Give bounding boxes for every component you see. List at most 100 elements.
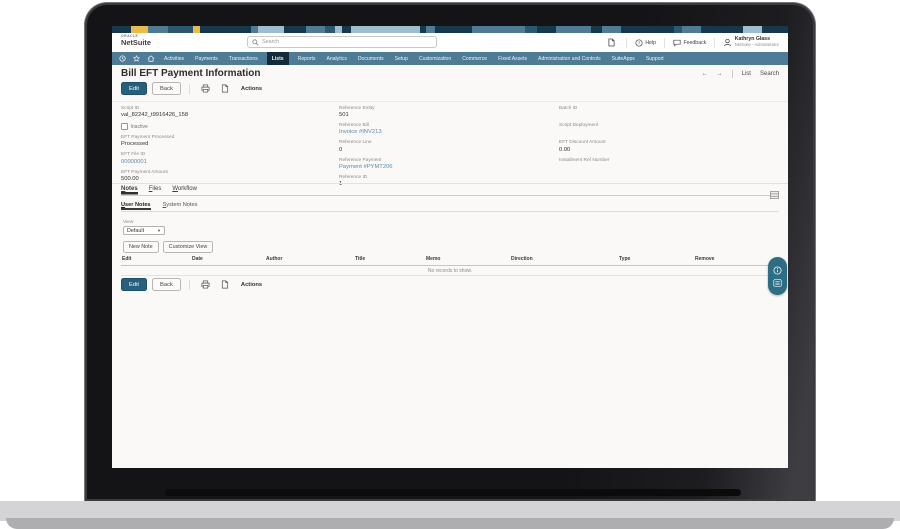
laptop-bezel: ORACLE NetSuite Search ? Help Feedback K… xyxy=(85,3,815,501)
mosaic-tile xyxy=(210,26,237,33)
back-button[interactable]: Back xyxy=(152,82,181,95)
nav-item-support[interactable]: Support xyxy=(644,52,666,65)
nav-item-administration-and-controls[interactable]: Administration and Controls xyxy=(536,52,603,65)
mosaic-tile xyxy=(435,26,449,33)
list-link[interactable]: List xyxy=(742,71,751,77)
mosaic-tile xyxy=(284,26,306,33)
nav-item-activities[interactable]: Activities xyxy=(162,52,186,65)
column-header-type: Type xyxy=(619,256,631,262)
column-header-date: Date xyxy=(192,256,203,262)
divider xyxy=(731,70,733,78)
netsuite-logo[interactable]: ORACLE NetSuite xyxy=(121,34,151,48)
laptop-base-bottom xyxy=(6,518,894,529)
help-button[interactable]: ? Help xyxy=(635,38,656,47)
previous-record-button[interactable]: ← xyxy=(702,71,708,77)
field-label: Script ID xyxy=(121,106,140,111)
new-note-button[interactable]: New Note xyxy=(123,241,159,253)
nav-item-payments[interactable]: Payments xyxy=(193,52,220,65)
subtab-user-notes[interactable]: User Notes xyxy=(121,202,151,208)
page-title: Bill EFT Payment Information xyxy=(121,68,261,79)
divider xyxy=(714,37,716,48)
assistant-widget[interactable] xyxy=(768,257,787,295)
field-value: 0 xyxy=(339,146,343,153)
record-tabs: Notes Files Workflow xyxy=(121,186,779,196)
list-menu-icon xyxy=(773,278,782,287)
column-header-memo: Memo xyxy=(426,256,441,262)
mosaic-tile xyxy=(497,26,507,33)
feedback-button[interactable]: Feedback xyxy=(673,39,706,47)
tab-workflow[interactable]: Workflow xyxy=(172,186,197,192)
mosaic-tile xyxy=(168,26,193,33)
tab-notes[interactable]: Notes xyxy=(121,186,138,192)
quick-add-document-icon[interactable] xyxy=(605,38,618,47)
home-icon[interactable] xyxy=(147,55,155,62)
nav-item-reports[interactable]: Reports xyxy=(296,52,318,65)
field-reference-line: Reference Line 0 xyxy=(339,140,549,153)
field-value-link[interactable]: 00000001 xyxy=(121,159,331,166)
back-button[interactable]: Back xyxy=(152,278,181,291)
field-value: val_82242_t9916426_158 xyxy=(121,112,189,119)
nav-item-setup[interactable]: Setup xyxy=(393,52,410,65)
print-icon[interactable] xyxy=(198,280,213,289)
help-label: Help xyxy=(645,39,656,46)
laptop-mockup: ORACLE NetSuite Search ? Help Feedback K… xyxy=(0,0,900,529)
actions-menu[interactable]: Actions xyxy=(241,86,262,92)
mosaic-tile xyxy=(602,26,621,33)
view-selected-value: Default xyxy=(127,227,145,234)
mosaic-tile xyxy=(449,26,472,33)
save-pdf-icon[interactable] xyxy=(218,280,232,289)
nav-item-transactions[interactable]: Transactions xyxy=(227,52,260,65)
mosaic-tile xyxy=(237,26,251,33)
checkbox[interactable] xyxy=(121,123,128,131)
nav-item-fixed-assets[interactable]: Fixed Assets xyxy=(496,52,529,65)
view-select[interactable]: Default ▼ xyxy=(123,226,165,235)
mosaic-tile xyxy=(652,26,674,33)
shortcuts-star-icon[interactable] xyxy=(133,55,140,62)
divider xyxy=(112,101,788,102)
notes-table-header: Edit Date Author Title Memo Direction Type Remo… xyxy=(121,256,779,266)
nav-item-lists[interactable]: Lists xyxy=(266,52,289,65)
divider xyxy=(663,37,665,48)
mosaic-tile xyxy=(591,26,602,33)
nav-item-documents[interactable]: Documents xyxy=(356,52,386,65)
mosaic-tile xyxy=(525,26,537,33)
actions-menu[interactable]: Actions xyxy=(241,282,262,288)
user-menu[interactable]: Kathryn Glass NetSuite - Administrator xyxy=(723,36,779,48)
user-icon xyxy=(724,38,732,47)
nav-item-customization[interactable]: Customization xyxy=(417,52,453,65)
subtab-system-notes[interactable]: System Notes xyxy=(163,202,198,208)
mosaic-tile xyxy=(682,26,701,33)
next-record-button[interactable]: → xyxy=(717,71,723,77)
field-value xyxy=(559,164,769,171)
nav-item-commerce[interactable]: Commerce xyxy=(460,52,489,65)
mosaic-tile xyxy=(200,26,210,33)
divider xyxy=(188,279,190,290)
feedback-label: Feedback xyxy=(683,39,707,46)
mosaic-tile xyxy=(637,26,652,33)
recent-records-icon[interactable] xyxy=(119,55,126,62)
tab-files[interactable]: Files xyxy=(149,186,162,192)
customize-view-button[interactable]: Customize View xyxy=(162,241,214,253)
field-label: EFT Payment Amount xyxy=(121,169,168,175)
notes-table-empty-row: No records to show. xyxy=(121,266,779,276)
edit-button[interactable]: Edit xyxy=(121,278,147,291)
empty-message: No records to show. xyxy=(427,267,473,274)
print-icon[interactable] xyxy=(198,84,213,93)
nav-item-suiteapps[interactable]: SuiteApps xyxy=(610,52,637,65)
global-search-input[interactable]: Search xyxy=(247,36,437,48)
mosaic-tile xyxy=(258,26,284,33)
mosaic-tile xyxy=(306,26,325,33)
mosaic-tile xyxy=(762,26,773,33)
edit-button[interactable]: Edit xyxy=(121,82,147,95)
column-header-edit: Edit xyxy=(122,256,132,262)
netsuite-wordmark: NetSuite xyxy=(121,38,151,48)
field-eft-discount-amount: EFT Discount Amount 0.00 xyxy=(559,140,769,153)
field-eft-payment-processed: EFT Payment Processed Processed xyxy=(121,135,331,148)
field-value-link[interactable]: Invoice #INV213 xyxy=(339,129,549,136)
field-value-link[interactable]: Payment #PYMT206 xyxy=(339,164,549,171)
search-link[interactable]: Search xyxy=(760,71,779,77)
save-pdf-icon[interactable] xyxy=(218,84,232,93)
nav-item-analytics[interactable]: Analytics xyxy=(324,52,348,65)
field-reference-bill: Reference Bill Invoice #INV213 xyxy=(339,123,549,136)
field-label: EFT Payment Processed xyxy=(121,135,175,141)
